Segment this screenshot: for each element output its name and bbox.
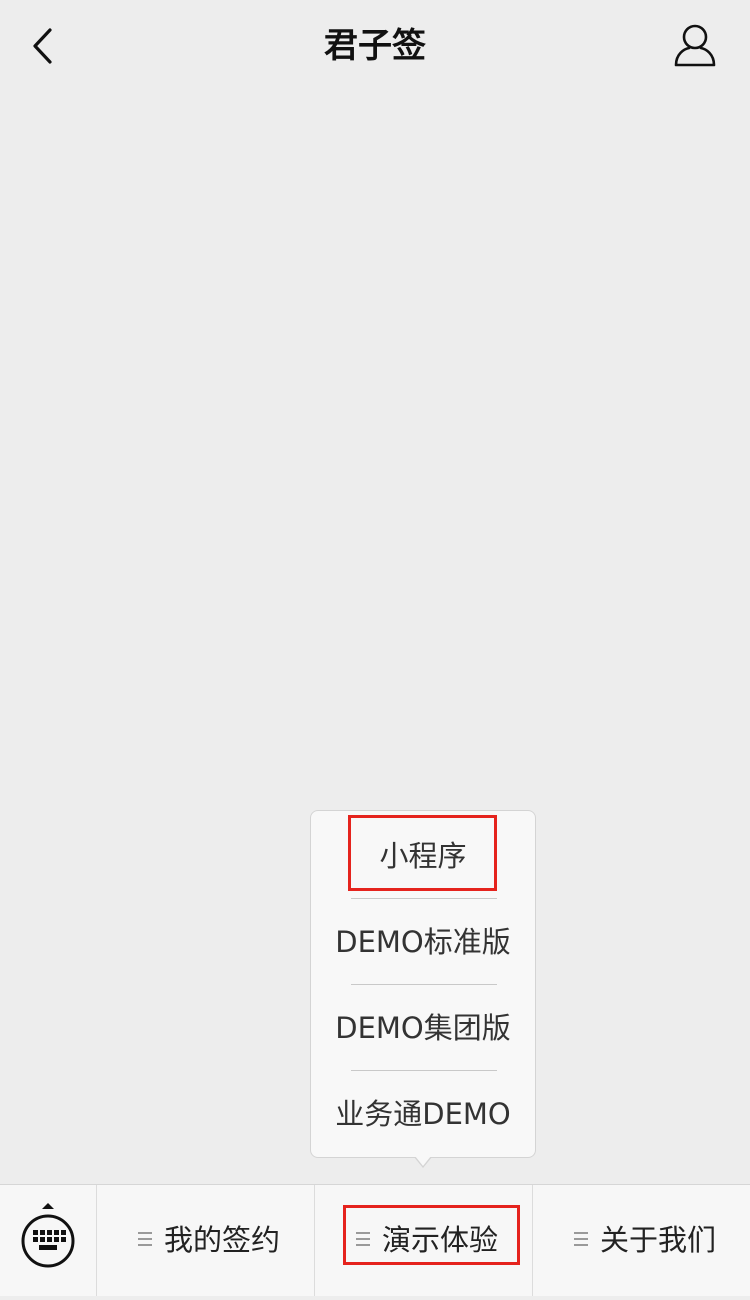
bottom-menu-my-contracts[interactable]: 我的签约	[97, 1185, 314, 1296]
page-title: 君子签	[324, 26, 426, 66]
bottom-menu-bar: 我的签约 演示体验 关于我们	[0, 1184, 750, 1296]
menu-icon	[574, 1232, 588, 1248]
bottom-menu-about-us[interactable]: 关于我们	[533, 1185, 750, 1296]
submenu-item-business-demo[interactable]: 业务通DEMO	[311, 1071, 535, 1157]
submenu-item-demo-standard[interactable]: DEMO标准版	[311, 899, 535, 985]
bottom-menu-label: 关于我们	[600, 1223, 717, 1257]
user-icon	[674, 24, 716, 67]
submenu-item-mini-program[interactable]: 小程序	[311, 813, 535, 899]
menu-icon	[138, 1232, 152, 1248]
keyboard-toggle-button[interactable]	[0, 1185, 96, 1296]
submenu-popup: 小程序 DEMO标准版 DEMO集团版 业务通DEMO	[310, 810, 536, 1158]
keyboard-icon	[21, 1203, 75, 1268]
bottom-menu-label: 演示体验	[382, 1223, 499, 1257]
bottom-menu-demo-experience[interactable]: 演示体验	[315, 1185, 532, 1296]
bottom-menu-label: 我的签约	[164, 1223, 281, 1257]
popup-pointer-fill	[415, 1156, 431, 1166]
menu-icon	[356, 1232, 370, 1248]
submenu-item-demo-group[interactable]: DEMO集团版	[311, 985, 535, 1071]
profile-button[interactable]	[668, 20, 722, 72]
top-nav-bar: 君子签	[0, 0, 750, 92]
